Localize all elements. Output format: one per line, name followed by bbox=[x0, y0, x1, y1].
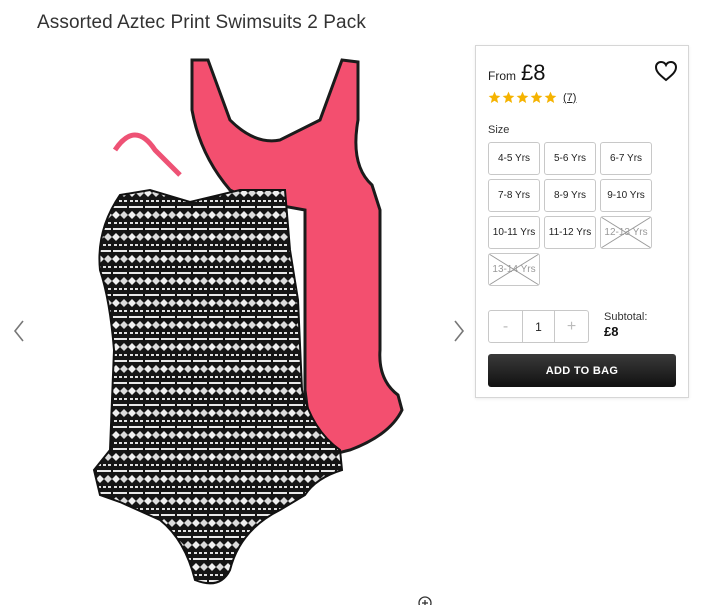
star-icon bbox=[516, 91, 529, 104]
price-value: £8 bbox=[521, 60, 546, 85]
price-row: From £8 bbox=[488, 60, 545, 86]
gallery-prev-button[interactable] bbox=[9, 318, 29, 344]
quantity-decrease-button[interactable]: - bbox=[489, 311, 522, 342]
size-option-9-10[interactable]: 9-10 Yrs bbox=[600, 179, 652, 212]
size-option-8-9[interactable]: 8-9 Yrs bbox=[544, 179, 596, 212]
gallery-next-button[interactable] bbox=[449, 318, 469, 344]
zoom-icon[interactable] bbox=[418, 596, 432, 605]
size-label: Size bbox=[488, 124, 510, 136]
add-to-bag-button[interactable]: ADD TO BAG bbox=[488, 354, 676, 387]
subtotal-value: £8 bbox=[604, 324, 619, 339]
size-option-12-13-unavailable[interactable]: 12-13 Yrs bbox=[600, 216, 652, 249]
size-option-5-6[interactable]: 5-6 Yrs bbox=[544, 142, 596, 175]
star-icon bbox=[544, 91, 557, 104]
review-count-link[interactable]: (7) bbox=[563, 92, 576, 104]
size-option-11-12[interactable]: 11-12 Yrs bbox=[544, 216, 596, 249]
product-gallery bbox=[0, 45, 476, 605]
subtotal: Subtotal: £8 bbox=[604, 311, 647, 339]
star-icon bbox=[488, 91, 501, 104]
rating: (7) bbox=[488, 91, 576, 104]
size-option-4-5[interactable]: 4-5 Yrs bbox=[488, 142, 540, 175]
star-icon bbox=[502, 91, 515, 104]
size-option-13-14-unavailable[interactable]: 13-14 Yrs bbox=[488, 253, 540, 286]
size-option-6-7[interactable]: 6-7 Yrs bbox=[600, 142, 652, 175]
subtotal-label: Subtotal: bbox=[604, 311, 648, 323]
purchase-panel: From £8 (7) Size 4-5 Yrs 5-6 Yrs 6-7 Yrs… bbox=[475, 45, 689, 398]
size-option-10-11[interactable]: 10-11 Yrs bbox=[488, 216, 540, 249]
quantity-stepper: - 1 + bbox=[488, 310, 589, 343]
star-icon bbox=[530, 91, 543, 104]
size-option-7-8[interactable]: 7-8 Yrs bbox=[488, 179, 540, 212]
unavailable-cross-icon bbox=[489, 254, 539, 285]
unavailable-cross-icon bbox=[601, 217, 651, 248]
chevron-right-icon bbox=[454, 320, 465, 342]
quantity-input[interactable]: 1 bbox=[522, 311, 555, 342]
heart-outline-icon[interactable] bbox=[654, 60, 678, 82]
product-image bbox=[92, 58, 404, 585]
product-title: Assorted Aztec Print Swimsuits 2 Pack bbox=[37, 12, 366, 33]
chevron-left-icon bbox=[13, 320, 24, 342]
price-from-label: From bbox=[488, 69, 516, 83]
quantity-increase-button[interactable]: + bbox=[555, 311, 588, 342]
